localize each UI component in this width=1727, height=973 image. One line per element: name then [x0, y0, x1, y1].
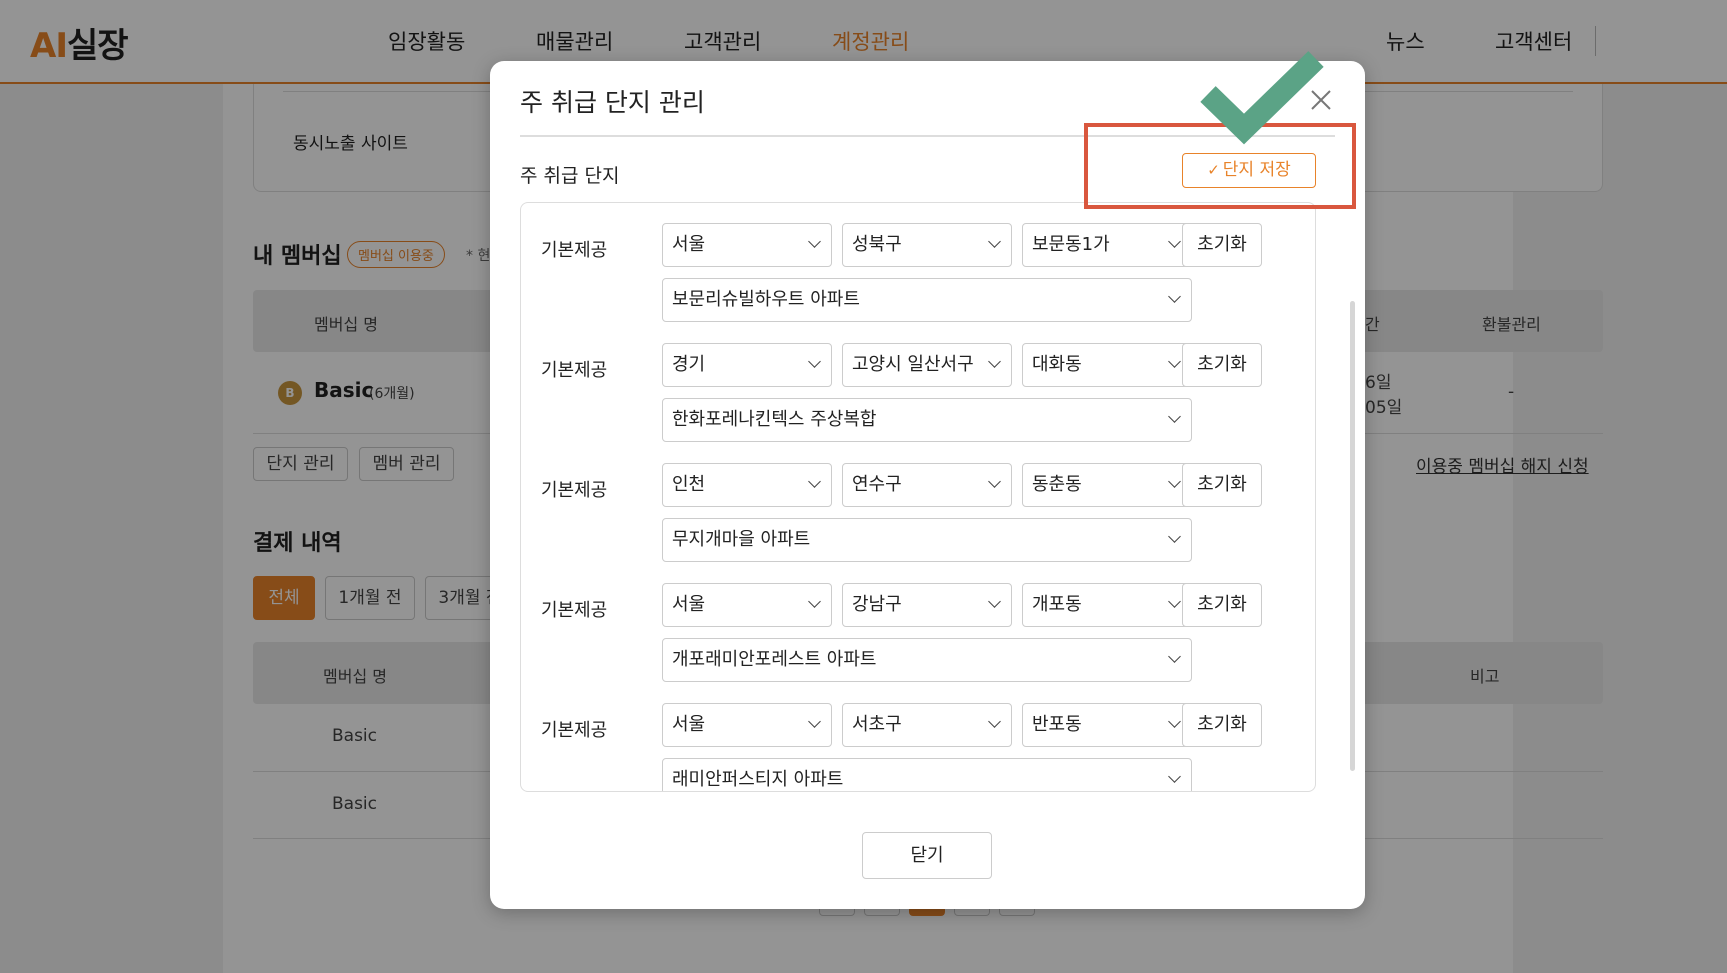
- chevron-down-icon: [1168, 650, 1181, 663]
- chevron-down-icon: [1168, 475, 1181, 488]
- chevron-down-icon: [1168, 715, 1181, 728]
- group-label: 기본제공: [541, 600, 608, 621]
- complex-select[interactable]: 무지개마을 아파트: [662, 518, 1192, 562]
- chevron-down-icon: [808, 235, 821, 248]
- gu-select[interactable]: 연수구: [842, 463, 1012, 507]
- chevron-down-icon: [1168, 290, 1181, 303]
- divider: [520, 135, 1335, 137]
- chevron-down-icon: [808, 595, 821, 608]
- gu-select[interactable]: 강남구: [842, 583, 1012, 627]
- chevron-down-icon: [1168, 355, 1181, 368]
- sido-select[interactable]: 서울: [662, 223, 832, 267]
- gu-select[interactable]: 서초구: [842, 703, 1012, 747]
- complex-manage-modal: 주 취급 단지 관리 주 취급 단지 ✓ 단지 저장 기본제공 서울 성북구 보문…: [490, 61, 1365, 909]
- dong-select[interactable]: 동춘동: [1022, 463, 1192, 507]
- chevron-down-icon: [808, 475, 821, 488]
- close-icon[interactable]: [1306, 85, 1336, 115]
- complex-select[interactable]: 보문리슈빌하우트 아파트: [662, 278, 1192, 322]
- gu-select[interactable]: 고양시 일산서구: [842, 343, 1012, 387]
- modal-title: 주 취급 단지 관리: [520, 88, 705, 117]
- chevron-down-icon: [988, 595, 1001, 608]
- complex-list[interactable]: 기본제공 서울 성북구 보문동1가 초기화 보문리슈빌하우트 아파트 기본제공 …: [520, 202, 1316, 792]
- save-complex-label: 단지 저장: [1222, 160, 1291, 180]
- group-label: 기본제공: [541, 480, 608, 501]
- chevron-down-icon: [988, 475, 1001, 488]
- reset-button[interactable]: 초기화: [1182, 463, 1262, 507]
- complex-select[interactable]: 래미안퍼스티지 아파트: [662, 758, 1192, 791]
- group-label: 기본제공: [541, 360, 608, 381]
- group-label: 기본제공: [541, 720, 608, 741]
- scrollbar[interactable]: [1350, 301, 1355, 771]
- sido-select[interactable]: 서울: [662, 703, 832, 747]
- chevron-down-icon: [1168, 235, 1181, 248]
- reset-button[interactable]: 초기화: [1182, 223, 1262, 267]
- save-complex-button[interactable]: ✓ 단지 저장: [1182, 153, 1316, 188]
- dong-select[interactable]: 반포동: [1022, 703, 1192, 747]
- dong-select[interactable]: 대화동: [1022, 343, 1192, 387]
- gu-select[interactable]: 성북구: [842, 223, 1012, 267]
- chevron-down-icon: [1168, 770, 1181, 783]
- chevron-down-icon: [1168, 530, 1181, 543]
- chevron-down-icon: [988, 235, 1001, 248]
- chevron-down-icon: [1168, 410, 1181, 423]
- complex-select[interactable]: 개포래미안포레스트 아파트: [662, 638, 1192, 682]
- group-label: 기본제공: [541, 240, 608, 261]
- sido-select[interactable]: 경기: [662, 343, 832, 387]
- chevron-down-icon: [808, 715, 821, 728]
- modal-subtitle: 주 취급 단지: [520, 165, 620, 187]
- chevron-down-icon: [988, 355, 1001, 368]
- dong-select[interactable]: 보문동1가: [1022, 223, 1192, 267]
- dong-select[interactable]: 개포동: [1022, 583, 1192, 627]
- reset-button[interactable]: 초기화: [1182, 703, 1262, 747]
- sido-select[interactable]: 인천: [662, 463, 832, 507]
- sido-select[interactable]: 서울: [662, 583, 832, 627]
- chevron-down-icon: [1168, 595, 1181, 608]
- check-icon: ✓: [1207, 161, 1220, 179]
- chevron-down-icon: [808, 355, 821, 368]
- reset-button[interactable]: 초기화: [1182, 583, 1262, 627]
- complex-select[interactable]: 한화포레나킨텍스 주상복합: [662, 398, 1192, 442]
- reset-button[interactable]: 초기화: [1182, 343, 1262, 387]
- chevron-down-icon: [988, 715, 1001, 728]
- close-button[interactable]: 닫기: [862, 832, 992, 879]
